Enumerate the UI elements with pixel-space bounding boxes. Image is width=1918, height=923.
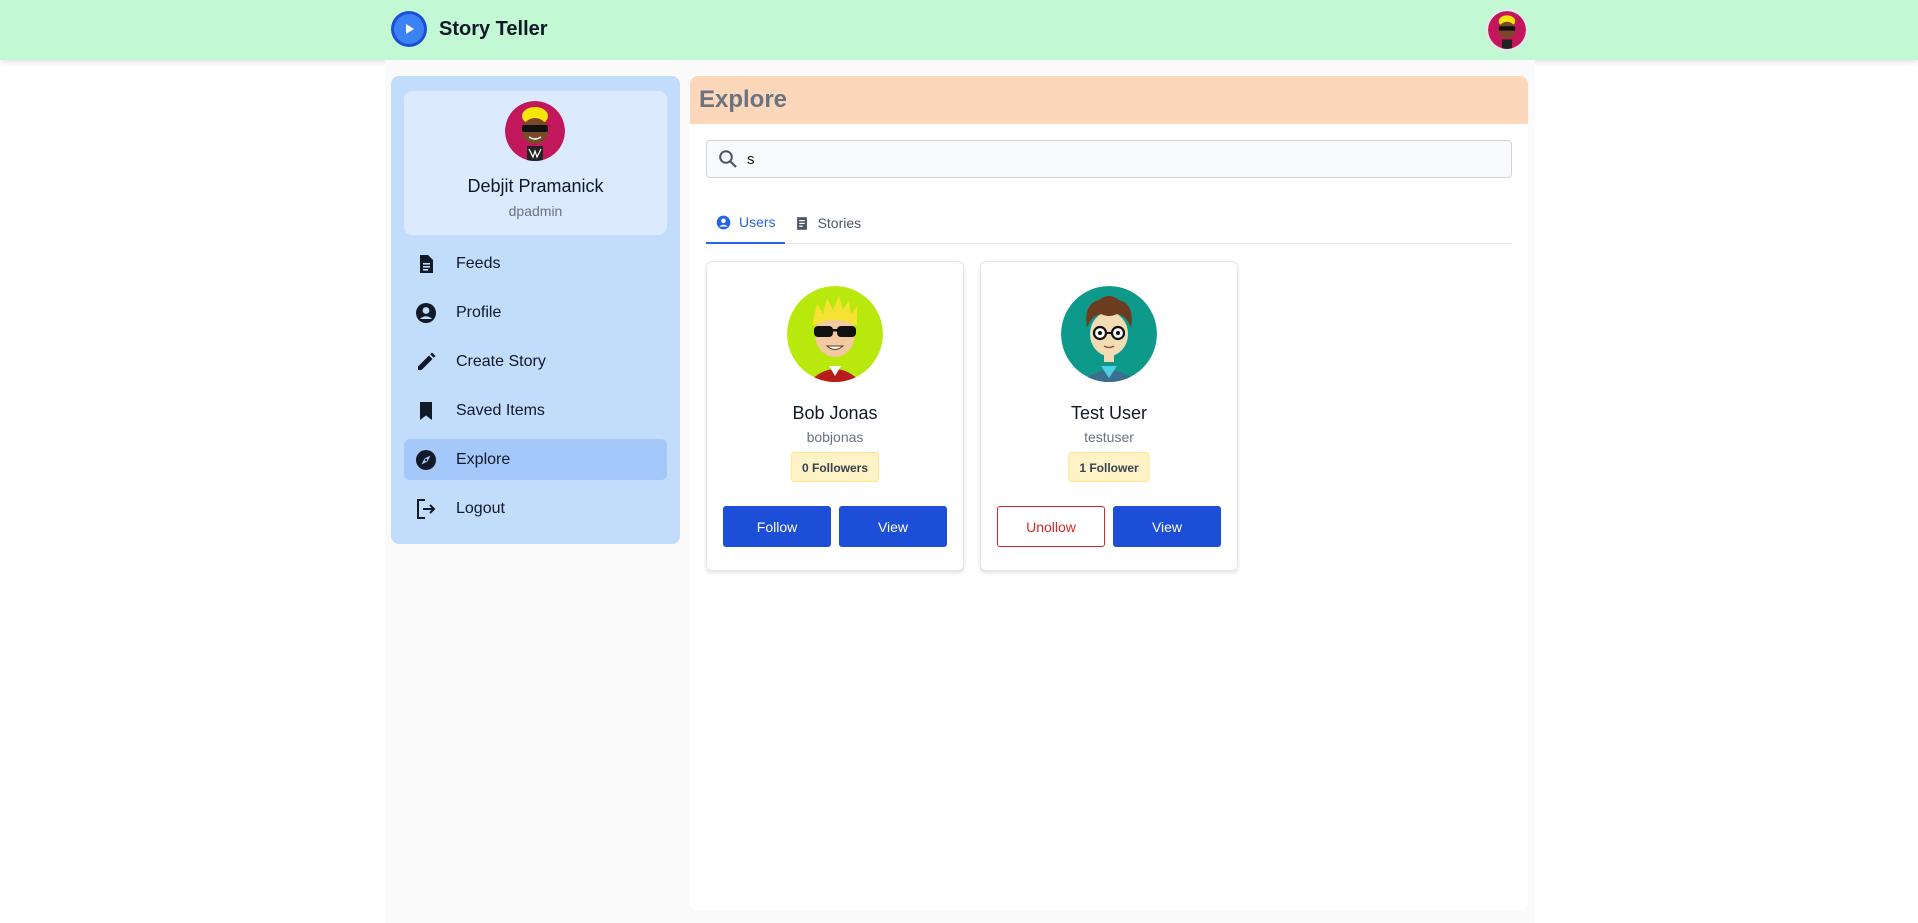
profile-name: Debjit Pramanick [467,176,604,196]
user-card: Test User testuser 1 Follower Unollow Vi… [980,261,1238,571]
user-card-username: bobjonas [806,429,864,445]
document-icon [794,215,810,231]
user-cards: Bob Jonas bobjonas 0 Followers Follow Vi… [706,261,1238,571]
avatar [787,286,883,382]
sidebar-item-create-story[interactable]: Create Story [404,341,667,382]
user-card-name: Bob Jonas [792,403,878,423]
pencil-icon [413,349,439,375]
sidebar-item-label: Saved Items [456,401,545,419]
sidebar-item-feeds[interactable]: Feeds [404,243,667,284]
sidebar: Debjit Pramanick dpadmin Feeds Profile C… [391,76,680,544]
user-card-actions: Unollow View [997,506,1221,547]
follow-button[interactable]: Follow [723,506,831,547]
logout-icon [413,496,439,522]
tab-label: Users [739,214,776,230]
explore-panel: Explore Users Stories [690,76,1528,910]
profile-username: dpadmin [508,203,563,219]
user-avatar-button[interactable] [1486,9,1528,51]
search-icon [717,148,739,170]
bookmark-icon [413,398,439,424]
sidebar-item-label: Feeds [456,254,501,272]
brand[interactable]: Story Teller [391,11,548,47]
view-button[interactable]: View [839,506,947,547]
sidebar-item-logout[interactable]: Logout [404,488,667,529]
unfollow-button[interactable]: Unollow [997,506,1105,547]
view-button[interactable]: View [1113,506,1221,547]
sidebar-item-label: Create Story [456,352,546,370]
avatar [1061,286,1157,382]
sidebar-item-saved-items[interactable]: Saved Items [404,390,667,431]
page-title: Explore [699,86,788,113]
sidebar-item-label: Profile [456,303,502,321]
document-icon [413,251,439,277]
user-card-username: testuser [1084,429,1134,445]
app-title: Story Teller [439,17,548,40]
page-header: Explore [690,76,1528,124]
search-input[interactable] [747,150,1507,168]
explore-tabs: Users Stories [706,202,1512,244]
search-bar[interactable] [706,140,1512,178]
sidebar-nav: Feeds Profile Create Story Saved Items E… [404,243,667,537]
user-circle-icon [413,300,439,326]
sidebar-item-label: Logout [456,499,505,517]
followers-badge: 1 Follower [1068,452,1150,482]
followers-badge: 0 Followers [790,452,880,482]
sidebar-item-profile[interactable]: Profile [404,292,667,333]
avatar [505,101,565,161]
avatar [1488,11,1526,49]
sidebar-item-explore[interactable]: Explore [404,439,667,480]
user-card: Bob Jonas bobjonas 0 Followers Follow Vi… [706,261,964,571]
tab-users[interactable]: Users [706,202,785,244]
top-navbar: Story Teller [0,0,1918,60]
profile-card: Debjit Pramanick dpadmin [404,91,667,235]
compass-icon [413,447,439,473]
play-circle-icon [391,11,427,47]
user-card-name: Test User [1070,403,1148,423]
tab-stories[interactable]: Stories [785,202,871,244]
user-card-actions: Follow View [723,506,947,547]
tab-label: Stories [817,215,862,231]
sidebar-item-label: Explore [456,450,511,468]
user-circle-icon [715,214,731,230]
